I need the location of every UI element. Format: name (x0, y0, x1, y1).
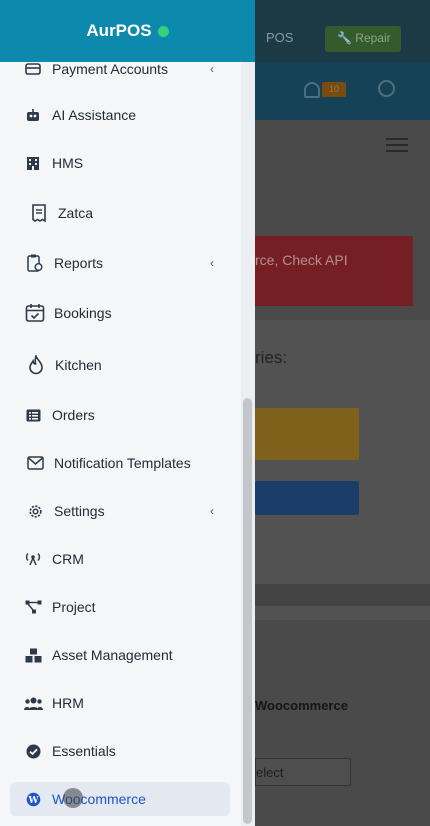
list-icon (22, 404, 44, 426)
bell-icon[interactable] (304, 82, 320, 98)
sidebar-item-label: Payment Accounts (52, 61, 168, 77)
sidebar-item-label: AI Assistance (52, 107, 137, 123)
sidebar-item-label: Asset Management (52, 647, 173, 663)
receipt-icon (28, 202, 50, 224)
sidebar-item-hrm[interactable]: HRM (10, 692, 230, 714)
sidebar-scrollbar-thumb[interactable] (243, 398, 252, 824)
clipboard-clock-icon (24, 252, 46, 274)
sidebar-item-label: Project (52, 599, 96, 615)
sidebar-item-label: Reports (54, 255, 104, 271)
users-icon (22, 692, 44, 714)
chevron-left-icon: ‹ (210, 62, 214, 76)
hamburger-icon[interactable] (386, 138, 408, 152)
sidebar-item-bookings[interactable]: Bookings (10, 301, 230, 325)
sidebar-item-woocommerce[interactable]: W Woocommerce (10, 782, 230, 816)
yellow-button[interactable] (255, 408, 359, 460)
repair-button[interactable]: 🔧 Repair (325, 26, 401, 52)
boxes-icon (22, 644, 44, 666)
wallet-icon (22, 58, 44, 80)
wordpress-icon: W (22, 788, 44, 810)
pos-link[interactable]: POS (266, 30, 293, 45)
sidebar-item-asset-management[interactable]: Asset Management (10, 644, 230, 666)
calendar-check-icon (24, 302, 46, 324)
repair-label: Repair (355, 31, 391, 45)
sidebar-drawer: AurPOS Payment Accounts ‹ AI Assistance … (0, 0, 255, 826)
sidebar-item-ai-assistance[interactable]: AI Assistance (10, 104, 230, 126)
woocommerce-label: Woocommerce (255, 698, 348, 713)
sidebar-item-label: Bookings (54, 305, 112, 321)
sidebar-item-label: HMS (52, 155, 84, 171)
alert-banner: rce, Check API (255, 236, 413, 306)
sidebar-item-label: Zatca (58, 205, 94, 221)
sidebar-item-label: CRM (52, 551, 84, 567)
brand-header[interactable]: AurPOS (0, 0, 255, 62)
divider-band (255, 584, 430, 606)
network-icon (22, 596, 44, 618)
touch-cursor-indicator (63, 788, 83, 808)
user-icon[interactable] (378, 80, 395, 97)
sidebar-item-settings[interactable]: Settings ‹ (10, 500, 230, 522)
sidebar-item-zatca[interactable]: Zatca (10, 201, 230, 225)
sidebar-item-label: Settings (54, 503, 105, 519)
sidebar-item-hms[interactable]: HMS (10, 152, 230, 174)
building-icon (22, 152, 44, 174)
sidebar-item-kitchen[interactable]: Kitchen (10, 353, 230, 377)
sidebar-item-label: Kitchen (55, 357, 102, 373)
section-heading: ries: (255, 348, 288, 367)
sidebar-item-label: HRM (52, 695, 84, 711)
chevron-left-icon: ‹ (210, 504, 214, 518)
svg-text:W: W (27, 796, 39, 806)
select-dropdown[interactable]: elect (255, 758, 351, 786)
gear-icon (24, 500, 46, 522)
check-circle-icon (22, 740, 44, 762)
envelope-icon (24, 452, 46, 474)
sidebar-item-project[interactable]: Project (10, 596, 230, 618)
flame-icon (25, 354, 47, 376)
broadcast-icon (22, 548, 44, 570)
chevron-left-icon: ‹ (210, 256, 214, 270)
sidebar-item-crm[interactable]: CRM (10, 548, 230, 570)
sidebar-item-label: Orders (52, 407, 95, 423)
sidebar-item-label: Notification Templates (54, 455, 191, 471)
sidebar-item-label: Essentials (52, 743, 116, 759)
online-status-dot (157, 25, 169, 37)
sidebar-item-orders[interactable]: Orders (10, 404, 230, 426)
sidebar-item-payment-accounts[interactable]: Payment Accounts ‹ (10, 58, 230, 80)
notification-count-badge: 10 (322, 82, 346, 97)
sidebar-item-notification-templates[interactable]: Notification Templates (10, 452, 230, 474)
brand-name: AurPOS (86, 21, 152, 40)
sidebar-item-essentials[interactable]: Essentials (10, 740, 230, 762)
robot-icon (22, 104, 44, 126)
sidebar-item-reports[interactable]: Reports ‹ (10, 252, 230, 274)
blue-button[interactable] (255, 481, 359, 515)
